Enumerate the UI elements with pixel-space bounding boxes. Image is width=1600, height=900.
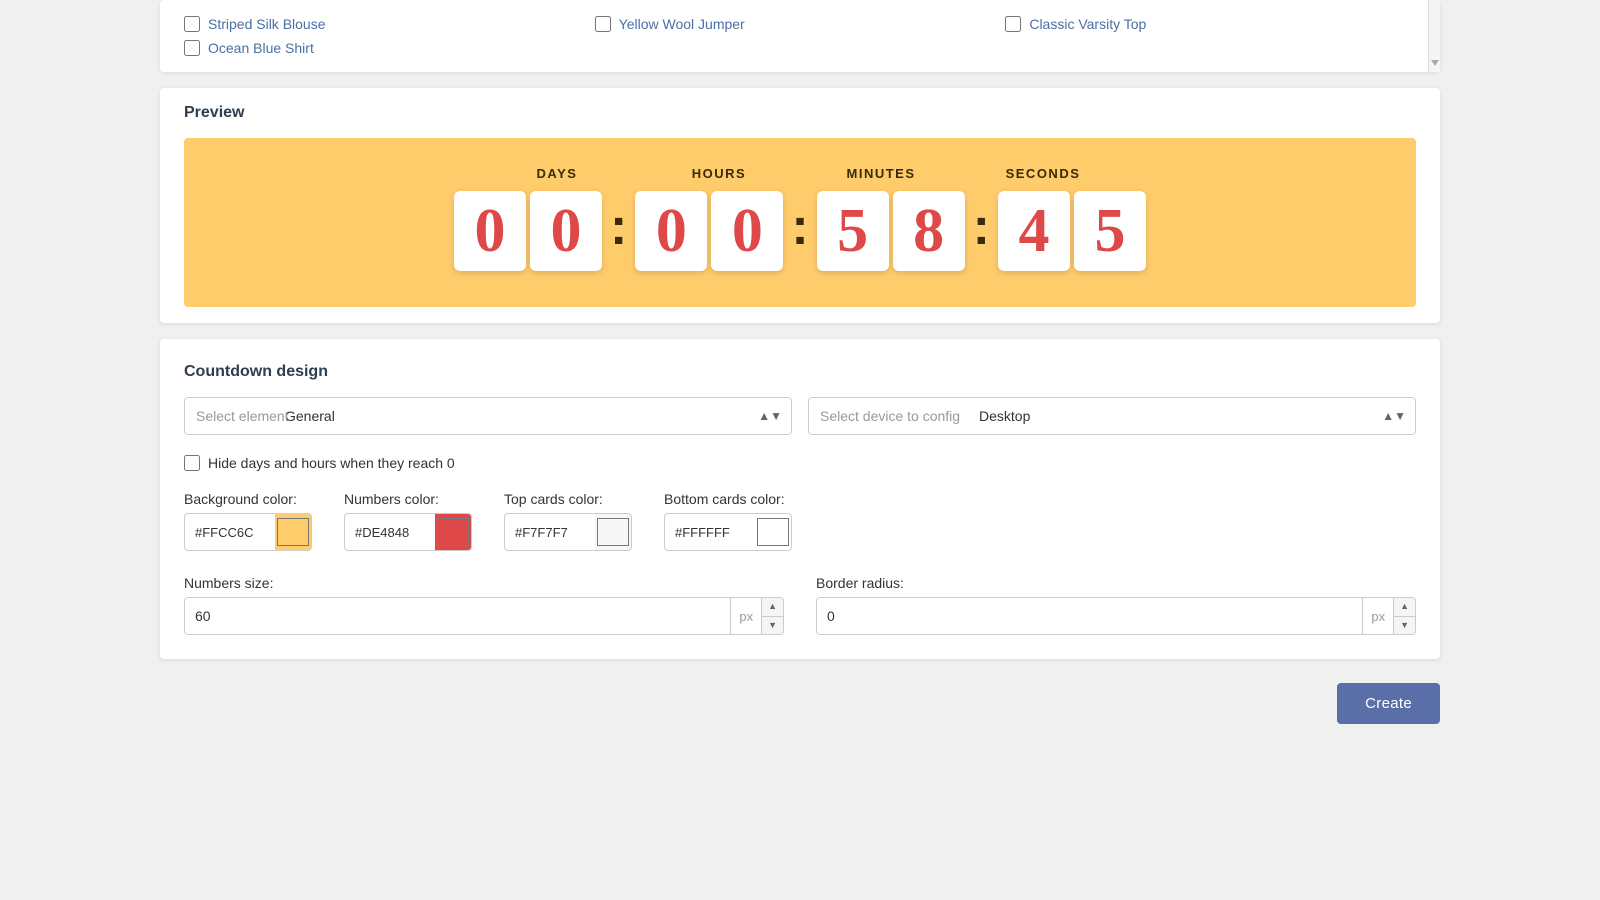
colon-separator: : [791, 197, 808, 265]
hide-days-label[interactable]: Hide days and hours when they reach 0 [208, 455, 455, 471]
size-input[interactable] [185, 600, 730, 632]
digit-card: 0 [711, 191, 783, 271]
product-label[interactable]: Ocean Blue Shirt [208, 40, 314, 56]
size-up-button[interactable]: ▲ [1394, 598, 1415, 617]
color-text-input[interactable] [345, 517, 435, 548]
hide-days-checkbox[interactable] [184, 455, 200, 471]
size-field-1: Border radius: px ▲ ▼ [816, 575, 1416, 635]
product-label[interactable]: Classic Varsity Top [1029, 16, 1146, 32]
digit-card: 0 [530, 191, 602, 271]
digit-pair: 00 [454, 191, 602, 271]
device-select[interactable]: DesktopMobileTablet [808, 397, 1416, 435]
size-stepper: ▲ ▼ [761, 598, 783, 634]
product-label[interactable]: Yellow Wool Jumper [619, 16, 745, 32]
size-down-button[interactable]: ▼ [1394, 617, 1415, 635]
product-checkbox[interactable] [184, 40, 200, 56]
checkbox-item: Yellow Wool Jumper [595, 16, 990, 32]
color-input-group [344, 513, 472, 551]
digit-card: 0 [635, 191, 707, 271]
product-checkbox[interactable] [1005, 16, 1021, 32]
countdown-digits: 00:00:58:45 [454, 191, 1146, 271]
colon-separator: : [973, 197, 990, 265]
color-text-input[interactable] [665, 517, 755, 548]
preview-area: DAYSHOURSMINUTESSECONDS 00:00:58:45 [184, 138, 1416, 307]
color-input-group [664, 513, 792, 551]
checkbox-item: Striped Silk Blouse [184, 16, 579, 32]
color-label: Background color: [184, 491, 312, 507]
color-swatch[interactable] [755, 514, 791, 550]
countdown-label: MINUTES [800, 166, 962, 181]
color-input-group [504, 513, 632, 551]
color-input-group [184, 513, 312, 551]
size-unit: px [730, 598, 761, 634]
checkbox-item: Ocean Blue Shirt [184, 40, 579, 56]
digit-card: 4 [998, 191, 1070, 271]
colon-separator: : [610, 197, 627, 265]
preview-title: Preview [184, 104, 1416, 122]
element-select[interactable]: GeneralNumbersCards [184, 397, 792, 435]
digit-pair: 45 [998, 191, 1146, 271]
size-unit: px [1362, 598, 1393, 634]
digit-card: 5 [1074, 191, 1146, 271]
countdown-label: SECONDS [962, 166, 1124, 181]
digit-card: 5 [817, 191, 889, 271]
color-swatch[interactable] [275, 514, 311, 550]
product-label[interactable]: Striped Silk Blouse [208, 16, 326, 32]
design-title: Countdown design [184, 363, 1416, 381]
product-checkbox[interactable] [184, 16, 200, 32]
create-button[interactable]: Create [1337, 683, 1440, 724]
color-field-1: Numbers color: [344, 491, 472, 551]
color-field-2: Top cards color: [504, 491, 632, 551]
size-stepper: ▲ ▼ [1393, 598, 1415, 634]
color-text-input[interactable] [505, 517, 595, 548]
hide-checkbox-row: Hide days and hours when they reach 0 [184, 455, 1416, 471]
element-select-wrapper: GeneralNumbersCards ▲▼ Select element [184, 397, 792, 435]
size-label: Numbers size: [184, 575, 784, 591]
digit-pair: 00 [635, 191, 783, 271]
device-select-wrapper: DesktopMobileTablet ▲▼ Select device to … [808, 397, 1416, 435]
countdown-label: DAYS [476, 166, 638, 181]
color-label: Bottom cards color: [664, 491, 792, 507]
digit-pair: 58 [817, 191, 965, 271]
size-input[interactable] [817, 600, 1362, 632]
countdown-labels: DAYSHOURSMINUTESSECONDS [204, 166, 1396, 181]
size-field-0: Numbers size: px ▲ ▼ [184, 575, 784, 635]
digit-card: 8 [893, 191, 965, 271]
color-text-input[interactable] [185, 517, 275, 548]
countdown-label: HOURS [638, 166, 800, 181]
color-swatch[interactable] [435, 514, 471, 550]
color-field-0: Background color: [184, 491, 312, 551]
color-label: Top cards color: [504, 491, 632, 507]
product-checkbox[interactable] [595, 16, 611, 32]
size-label: Border radius: [816, 575, 1416, 591]
color-label: Numbers color: [344, 491, 472, 507]
size-down-button[interactable]: ▼ [762, 617, 783, 635]
color-field-3: Bottom cards color: [664, 491, 792, 551]
color-swatch[interactable] [595, 514, 631, 550]
size-input-group: px ▲ ▼ [184, 597, 784, 635]
size-up-button[interactable]: ▲ [762, 598, 783, 617]
digit-card: 0 [454, 191, 526, 271]
checkbox-item: Classic Varsity Top [1005, 16, 1400, 32]
size-input-group: px ▲ ▼ [816, 597, 1416, 635]
